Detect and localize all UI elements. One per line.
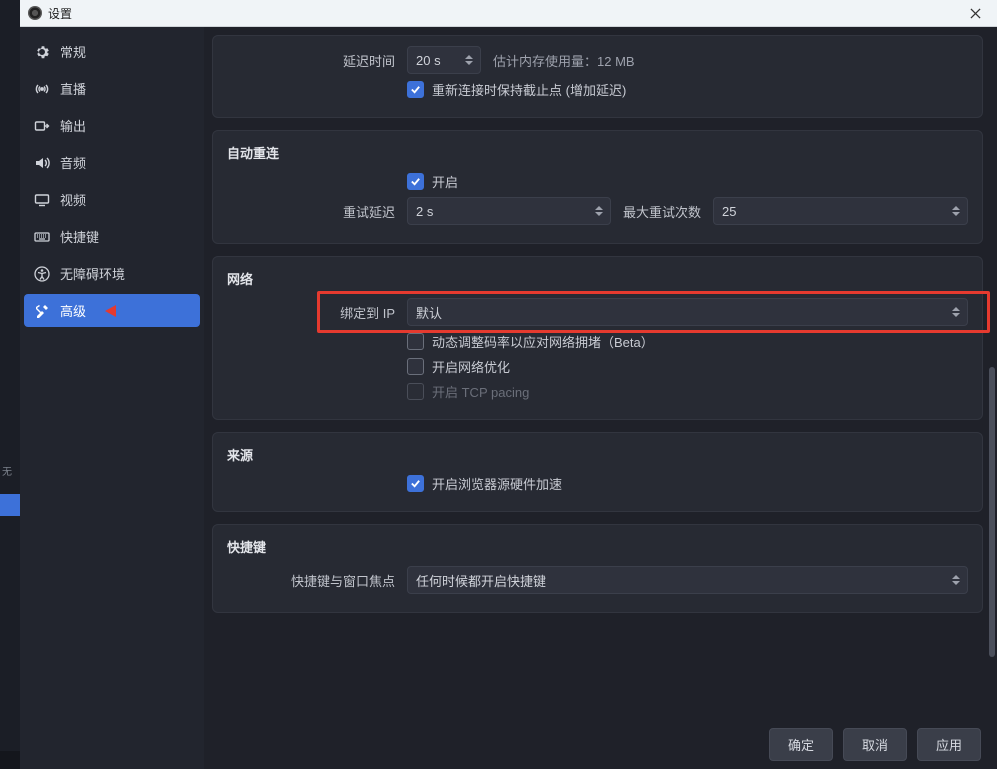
titlebar: 设置 [20,0,997,27]
browser-hw-checkbox[interactable]: 开启浏览器源硬件加速 [407,474,562,493]
cancel-button[interactable]: 取消 [843,728,907,761]
sidebar: 常规 直播 输出 音频 视频 快捷键 [20,27,204,769]
panel-title: 来源 [227,445,968,464]
tcp-pacing-label: 开启 TCP pacing [432,382,529,401]
sidebar-item-audio[interactable]: 音频 [24,146,200,179]
sidebar-item-label: 常规 [60,42,86,61]
panel-stream-delay-tail: 延迟时间 20 s 估计内存使用量：12 MB 重新连接 [212,35,983,118]
obs-logo-icon [28,6,42,20]
window-title: 设置 [48,5,955,22]
hotkey-focus-label: 快捷键与窗口焦点 [227,571,395,590]
sidebar-item-stream[interactable]: 直播 [24,72,200,105]
panel-hotkeys: 快捷键 快捷键与窗口焦点 任何时候都开启快捷键 [212,524,983,613]
sidebar-item-video[interactable]: 视频 [24,183,200,216]
sidebar-item-advanced[interactable]: 高级 [24,294,200,327]
sidebar-item-label: 无障碍环境 [60,264,125,283]
select-caret-icon [949,567,963,593]
max-retries-value: 25 [722,204,736,219]
close-icon [970,8,981,19]
dialog-footer: 确定 取消 应用 [204,719,997,769]
sidebar-item-label: 视频 [60,190,86,209]
net-opt-label: 开启网络优化 [432,357,510,376]
bind-ip-value: 默认 [416,303,442,322]
spinner-caret-icon [949,198,963,224]
sidebar-item-output[interactable]: 输出 [24,109,200,142]
dyn-bitrate-label: 动态调整码率以应对网络拥堵（Beta） [432,332,654,351]
browser-hw-label: 开启浏览器源硬件加速 [432,474,562,493]
ok-button[interactable]: 确定 [769,728,833,761]
preserve-cutoff-checkbox[interactable]: 重新连接时保持截止点 (增加延迟) [407,80,626,99]
bg-peek-label: 无 [2,463,12,477]
reconnect-enable-checkbox[interactable]: 开启 [407,172,458,191]
select-caret-icon [949,299,963,325]
close-button[interactable] [961,0,989,26]
bind-ip-select[interactable]: 默认 [407,298,968,326]
vertical-scrollbar[interactable] [989,367,995,657]
panel-network: 网络 绑定到 IP 默认 动态调整码率以应对网络拥堵（Beta） [212,256,983,420]
sidebar-item-label: 高级 [60,301,86,320]
delay-time-spinner[interactable]: 20 s [407,46,481,74]
accessibility-icon [34,266,50,282]
sidebar-item-hotkeys[interactable]: 快捷键 [24,220,200,253]
sidebar-item-label: 直播 [60,79,86,98]
delay-time-value: 20 s [416,53,441,68]
hotkey-focus-select[interactable]: 任何时候都开启快捷键 [407,566,968,594]
retry-delay-spinner[interactable]: 2 s [407,197,611,225]
retry-delay-label: 重试延迟 [227,202,395,221]
panel-sources: 来源 开启浏览器源硬件加速 [212,432,983,512]
settings-window: 设置 常规 直播 输出 音频 视频 [20,0,997,769]
background-window-strip: 无 [0,0,20,769]
mem-estimate-text: 估计内存使用量：12 MB [493,51,635,70]
max-retries-label: 最大重试次数 [623,202,701,221]
retry-delay-value: 2 s [416,204,433,219]
hotkey-focus-value: 任何时候都开启快捷键 [416,571,546,590]
delay-time-label: 延迟时间 [227,51,395,70]
speaker-icon [34,155,50,171]
spinner-caret-icon [462,47,476,73]
monitor-icon [34,192,50,208]
reconnect-enable-label: 开启 [432,172,458,191]
panel-title: 网络 [227,269,968,288]
panel-title: 快捷键 [227,537,968,556]
scroll-area: 延迟时间 20 s 估计内存使用量：12 MB 重新连接 [204,27,997,719]
sidebar-item-accessibility[interactable]: 无障碍环境 [24,257,200,290]
net-opt-checkbox[interactable]: 开启网络优化 [407,357,510,376]
bind-ip-label: 绑定到 IP [227,303,395,322]
panel-auto-reconnect: 自动重连 开启 重试延迟 2 s 最大重 [212,130,983,244]
panel-title: 自动重连 [227,143,968,162]
spinner-caret-icon [592,198,606,224]
tools-icon [34,303,50,319]
sidebar-item-general[interactable]: 常规 [24,35,200,68]
max-retries-spinner[interactable]: 25 [713,197,968,225]
keyboard-icon [34,229,50,245]
bg-peek-selection [0,494,20,516]
apply-button[interactable]: 应用 [917,728,981,761]
tcp-pacing-checkbox: 开启 TCP pacing [407,382,529,401]
sidebar-item-label: 输出 [60,116,86,135]
main-content: 延迟时间 20 s 估计内存使用量：12 MB 重新连接 [204,27,997,769]
gear-icon [34,44,50,60]
sidebar-item-label: 音频 [60,153,86,172]
sidebar-item-label: 快捷键 [60,227,99,246]
preserve-cutoff-label: 重新连接时保持截止点 (增加延迟) [432,80,626,99]
dyn-bitrate-checkbox[interactable]: 动态调整码率以应对网络拥堵（Beta） [407,332,654,351]
annotation-arrow-icon [102,302,192,320]
antenna-icon [34,81,50,97]
output-icon [34,118,50,134]
